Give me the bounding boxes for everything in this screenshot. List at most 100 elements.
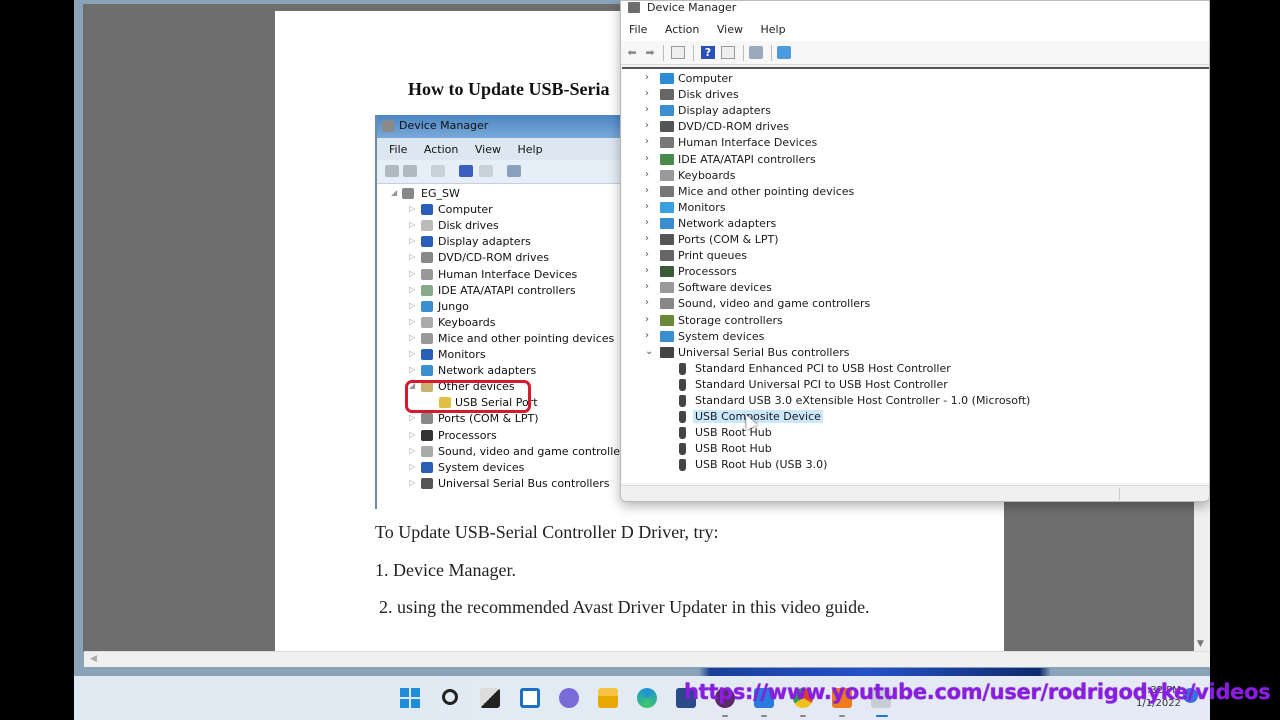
forward-icon <box>403 165 417 177</box>
tree-category[interactable]: ⌄ Universal Serial Bus controllers <box>622 345 1209 361</box>
tree-device[interactable]: Standard Enhanced PCI to USB Host Contro… <box>622 361 1209 377</box>
tree-category[interactable]: › Print queues <box>622 248 1209 264</box>
expand-chevron-icon[interactable]: › <box>645 297 649 308</box>
tree-device[interactable]: USB Root Hub (USB 3.0) <box>622 457 1209 473</box>
device-manager-icon <box>628 2 640 13</box>
device-category-icon <box>421 268 433 280</box>
device-category-icon <box>421 429 433 441</box>
tree-device[interactable]: USB Composite Device <box>622 409 1209 425</box>
active-indicator <box>876 715 888 717</box>
expand-chevron-icon[interactable]: › <box>645 249 649 260</box>
tree-category[interactable]: › Software devices <box>622 280 1209 296</box>
help-icon[interactable]: ? <box>701 46 715 59</box>
tree-device[interactable]: Standard Universal PCI to USB Host Contr… <box>622 377 1209 393</box>
device-label: Standard Universal PCI to USB Host Contr… <box>695 377 948 391</box>
collapse-chevron-icon[interactable]: ⌄ <box>645 346 653 357</box>
expand-chevron-icon[interactable]: › <box>645 281 649 292</box>
tree-category[interactable]: › System devices <box>622 329 1209 345</box>
tree-category[interactable]: › Human Interface Devices <box>622 135 1209 151</box>
category-label: Human Interface Devices <box>678 136 818 150</box>
tree-category[interactable]: › Disk drives <box>622 87 1209 103</box>
properties-icon[interactable] <box>721 46 735 59</box>
embedded-title-bar: Device Manager <box>377 115 620 138</box>
expand-chevron-icon[interactable]: › <box>645 185 649 196</box>
tree-device[interactable]: USB Root Hub <box>622 425 1209 441</box>
chat-icon[interactable] <box>559 688 579 708</box>
file-explorer-icon[interactable] <box>598 688 618 708</box>
start-icon[interactable] <box>400 688 420 708</box>
expand-chevron-icon[interactable]: › <box>645 88 649 99</box>
tree-category[interactable]: › Network adapters <box>622 216 1209 232</box>
tree-category[interactable]: › Storage controllers <box>622 313 1209 329</box>
channel-url-overlay: https://www.youtube.com/user/rodrigodyke… <box>684 680 1271 704</box>
tree-category[interactable]: › Sound, video and game controllers <box>622 296 1209 312</box>
tree-category[interactable]: › Ports (COM & LPT) <box>622 232 1209 248</box>
disk-icon <box>660 89 674 101</box>
category-label: DVD/CD-ROM drives <box>678 120 789 134</box>
tree-device[interactable]: Standard USB 3.0 eXtensible Host Control… <box>622 393 1209 409</box>
expand-chevron-icon[interactable]: › <box>645 72 649 83</box>
expand-chevron-icon[interactable]: › <box>645 153 649 164</box>
computer-icon <box>660 73 674 84</box>
forward-icon[interactable]: ➡ <box>643 46 657 59</box>
tree-category[interactable]: › Computer <box>622 71 1209 87</box>
menu-view[interactable]: View <box>717 23 743 36</box>
embedded-device-tree: ◢ EG_SW ▷ Computer ▷ Disk drives ▷ Display adap… <box>377 184 620 490</box>
device-category-icon <box>421 284 433 296</box>
expand-chevron-icon[interactable]: › <box>645 217 649 228</box>
scan-hardware-icon[interactable] <box>777 46 791 59</box>
system-icon <box>660 330 674 342</box>
device-category-icon <box>421 316 433 328</box>
title-bar[interactable]: Device Manager <box>621 1 1209 17</box>
embedded-item-label: Keyboards <box>438 315 496 329</box>
embedded-menu-help: Help <box>517 143 543 156</box>
scroll-left-icon[interactable]: ◀ <box>90 654 97 664</box>
document-title: How to Update USB-Seria <box>408 79 610 99</box>
tree-category[interactable]: › Monitors <box>622 200 1209 216</box>
show-hide-tree-icon[interactable] <box>671 46 685 59</box>
menu-action[interactable]: Action <box>665 23 699 36</box>
document-step-1: 1. Device Manager. <box>375 560 516 580</box>
expand-chevron-icon[interactable]: › <box>645 233 649 244</box>
tree-category[interactable]: › DVD/CD-ROM drives <box>622 119 1209 135</box>
window-title: Device Manager <box>647 1 737 14</box>
expand-chevron-icon[interactable]: › <box>645 104 649 115</box>
edge-icon[interactable] <box>637 688 657 708</box>
device-category-icon <box>421 300 433 312</box>
expand-chevron-icon[interactable]: › <box>645 201 649 212</box>
tree-category[interactable]: › IDE ATA/ATAPI controllers <box>622 152 1209 168</box>
search-icon[interactable] <box>442 689 458 705</box>
running-indicator <box>839 715 845 717</box>
scroll-down-icon[interactable]: ▼ <box>1197 639 1204 649</box>
expand-chevron-icon[interactable]: › <box>645 265 649 276</box>
expand-chevron-icon[interactable]: › <box>645 120 649 131</box>
menu-bar: File Action View Help <box>621 17 1209 41</box>
embedded-device-manager-image: Device Manager File Action View Help ◢ EG… <box>375 115 620 509</box>
usb-icon <box>660 346 674 358</box>
tree-category[interactable]: › Keyboards <box>622 168 1209 184</box>
device-label: USB Root Hub <box>695 426 772 440</box>
toolbar: ⬅ ➡ ? <box>621 41 1209 65</box>
menu-file[interactable]: File <box>629 23 647 36</box>
update-driver-icon[interactable] <box>749 46 763 59</box>
device-manager-icon <box>382 120 394 132</box>
back-icon[interactable]: ⬅ <box>625 46 639 59</box>
tree-category[interactable]: › Display adapters <box>622 103 1209 119</box>
expand-chevron-icon[interactable]: › <box>645 169 649 180</box>
embedded-item-label: Ports (COM & LPT) <box>438 412 539 426</box>
menu-help[interactable]: Help <box>760 23 785 36</box>
expand-chevron-icon[interactable]: › <box>645 330 649 341</box>
horizontal-scrollbar[interactable]: ◀ <box>84 651 1210 667</box>
expand-chevron-icon[interactable]: › <box>645 314 649 325</box>
task-view-icon[interactable] <box>480 688 500 708</box>
status-separator <box>1119 488 1120 500</box>
tree-category[interactable]: › Mice and other pointing devices <box>622 184 1209 200</box>
expand-arrow-icon: ▷ <box>409 236 416 246</box>
category-label: Processors <box>678 265 737 279</box>
expand-chevron-icon[interactable]: › <box>645 136 649 147</box>
tree-category[interactable]: › Processors <box>622 264 1209 280</box>
help-icon <box>459 165 473 177</box>
widgets-icon[interactable] <box>520 688 540 708</box>
tree-device[interactable]: USB Root Hub <box>622 441 1209 457</box>
embedded-item-label: Disk drives <box>438 219 499 233</box>
